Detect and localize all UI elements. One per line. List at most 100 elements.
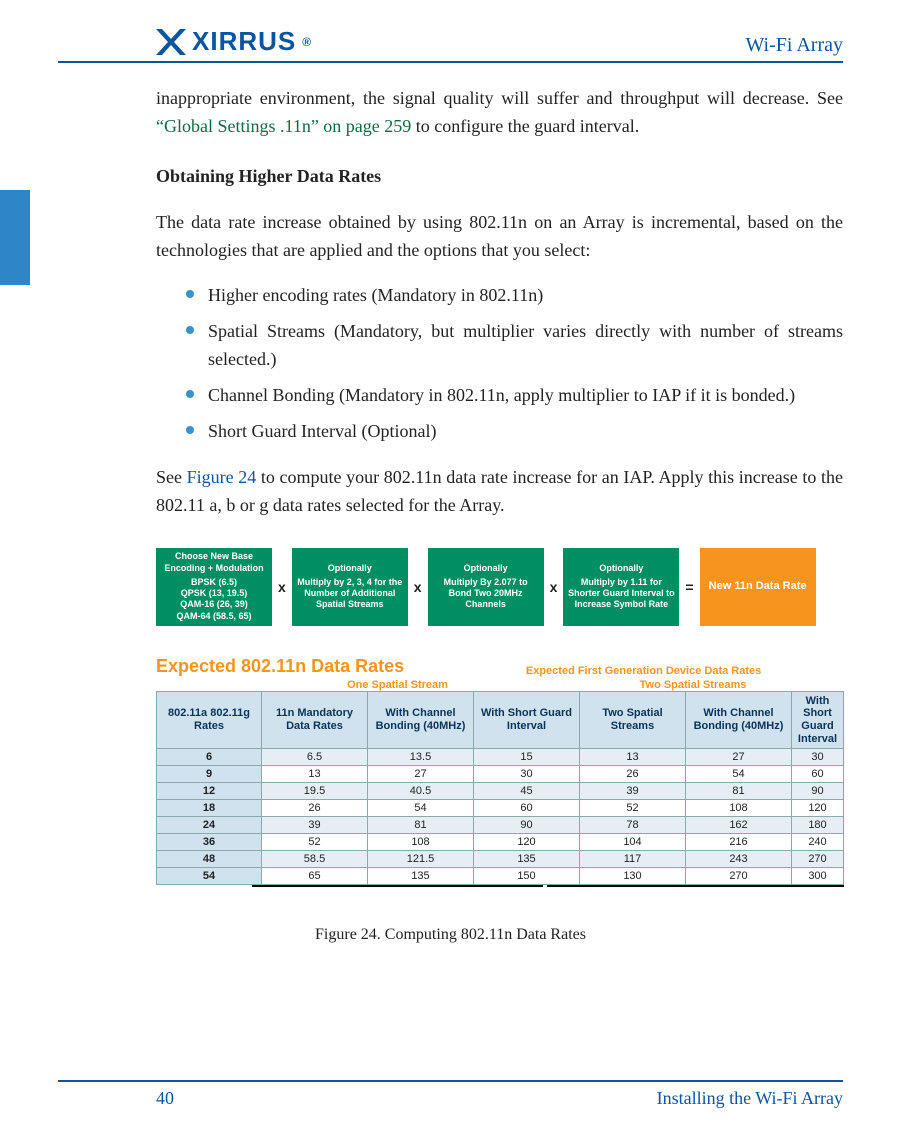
table-row: 66.513.515132730 [157, 749, 844, 766]
formula-box-body: BPSK (6.5) QPSK (13, 19.5) QAM-16 (26, 3… [176, 577, 251, 621]
table-cell: 108 [686, 800, 792, 817]
table-cell: 45 [474, 783, 580, 800]
table-cell: 39 [262, 817, 368, 834]
table-cell: 40.5 [368, 783, 474, 800]
table-subtitle: Expected First Generation Device Data Ra… [444, 665, 843, 677]
figure-caption: Figure 24. Computing 802.11n Data Rates [58, 926, 843, 944]
body-text: inappropriate environment, the signal qu… [58, 85, 843, 520]
table-cell: 243 [686, 851, 792, 868]
list-item: Channel Bonding (Mandatory in 802.11n, a… [186, 382, 843, 410]
formula-box-body: Multiply by 2, 3, 4 for the Number of Ad… [297, 577, 402, 610]
section-heading: Obtaining Higher Data Rates [156, 163, 843, 191]
tail-a: See [156, 467, 187, 487]
table-row: 4858.5121.5135117243270 [157, 851, 844, 868]
table-cell: 9 [157, 766, 262, 783]
table-cell: 26 [262, 800, 368, 817]
table-row: 1826546052108120 [157, 800, 844, 817]
table-cell: 120 [792, 800, 844, 817]
table-cell: 90 [474, 817, 580, 834]
col-guard-2: With Short Guard Interval [792, 691, 844, 749]
page-number: 40 [156, 1088, 174, 1109]
table-cell: 13 [262, 766, 368, 783]
table-cell: 39 [580, 783, 686, 800]
intro-text-b: to configure the guard interval. [411, 116, 639, 136]
formula-box-title: Optionally [296, 563, 404, 574]
table-cell: 15 [474, 749, 580, 766]
operator-multiply: x [278, 579, 286, 595]
table-cell: 121.5 [368, 851, 474, 868]
brand-logo: XIRRUS ® [156, 26, 312, 57]
table-cell: 90 [792, 783, 844, 800]
table-cell: 240 [792, 834, 844, 851]
table-row: 2439819078162180 [157, 817, 844, 834]
logo-icon [156, 29, 186, 55]
operator-multiply: x [414, 579, 422, 595]
table-cell: 54 [686, 766, 792, 783]
section-tail: See Figure 24 to compute your 802.11n da… [156, 464, 843, 520]
registered-icon: ® [302, 35, 312, 49]
table-cell: 135 [368, 868, 474, 885]
link-figure-24[interactable]: Figure 24 [187, 467, 257, 487]
page-header: XIRRUS ® Wi-Fi Array [58, 26, 843, 63]
table-cell: 104 [580, 834, 686, 851]
formula-box-body: Multiply by 1.11 for Shorter Guard Inter… [568, 577, 675, 610]
table-cell: 60 [792, 766, 844, 783]
table-cell: 27 [368, 766, 474, 783]
intro-paragraph: inappropriate environment, the signal qu… [156, 85, 843, 141]
operator-equals: = [685, 579, 693, 595]
table-group-labels: One Spatial Stream Two Spatial Streams [156, 679, 843, 691]
col-bonding-2: With Channel Bonding (40MHz) [686, 691, 792, 749]
table-cell: 120 [474, 834, 580, 851]
table-cell: 52 [262, 834, 368, 851]
table-row: 5465135150130270300 [157, 868, 844, 885]
table-cell: 78 [580, 817, 686, 834]
col-bonding-1: With Channel Bonding (40MHz) [368, 691, 474, 749]
formula-box-result: New 11n Data Rate [700, 548, 816, 626]
table-cell: 13 [580, 749, 686, 766]
table-row: 1219.540.545398190 [157, 783, 844, 800]
table-cell: 52 [580, 800, 686, 817]
side-tab [0, 190, 30, 285]
table-cell: 300 [792, 868, 844, 885]
page-footer: 40 Installing the Wi-Fi Array [58, 1080, 843, 1109]
table-cell: 81 [686, 783, 792, 800]
col-two-streams: Two Spatial Streams [580, 691, 686, 749]
table-cell: 13.5 [368, 749, 474, 766]
table-cell: 216 [686, 834, 792, 851]
table-cell: 30 [792, 749, 844, 766]
col-guard-1: With Short Guard Interval [474, 691, 580, 749]
table-cell: 270 [792, 851, 844, 868]
table-cell: 130 [580, 868, 686, 885]
group-two-spatial: Two Spatial Streams [543, 679, 843, 691]
table-cell: 12 [157, 783, 262, 800]
table-cell: 180 [792, 817, 844, 834]
table-cell: 26 [580, 766, 686, 783]
formula-box-title: Optionally [567, 563, 675, 574]
operator-multiply: x [550, 579, 558, 595]
table-cell: 36 [157, 834, 262, 851]
formula-box-encoding: Choose New Base Encoding + ModulationBPS… [156, 548, 272, 626]
intro-text-a: inappropriate environment, the signal qu… [156, 88, 843, 108]
data-rates-table: 802.11a 802.11g Rates 11n Mandatory Data… [156, 691, 844, 886]
formula-box-body: Multiply By 2.077 to Bond Two 20MHz Chan… [444, 577, 528, 610]
col-mandatory: 11n Mandatory Data Rates [262, 691, 368, 749]
bracket-row [156, 886, 844, 892]
list-item: Short Guard Interval (Optional) [186, 418, 843, 446]
table-cell: 270 [686, 868, 792, 885]
list-item: Higher encoding rates (Mandatory in 802.… [186, 282, 843, 310]
formula-box-bonding: Optionally Multiply By 2.077 to Bond Two … [428, 548, 544, 626]
link-global-settings[interactable]: “Global Settings .11n” on page 259 [156, 116, 411, 136]
table-cell: 60 [474, 800, 580, 817]
table-cell: 24 [157, 817, 262, 834]
data-rates-table-wrap: Expected 802.11n Data Rates Expected Fir… [58, 656, 843, 893]
formula-box-body: New 11n Data Rate [709, 580, 807, 592]
table-cell: 19.5 [262, 783, 368, 800]
table-cell: 54 [157, 868, 262, 885]
section-lead: The data rate increase obtained by using… [156, 209, 843, 265]
formula-box-title: Optionally [432, 563, 540, 574]
table-row: 9132730265460 [157, 766, 844, 783]
table-cell: 54 [368, 800, 474, 817]
table-cell: 81 [368, 817, 474, 834]
table-cell: 6 [157, 749, 262, 766]
logo-text: XIRRUS [192, 26, 296, 57]
